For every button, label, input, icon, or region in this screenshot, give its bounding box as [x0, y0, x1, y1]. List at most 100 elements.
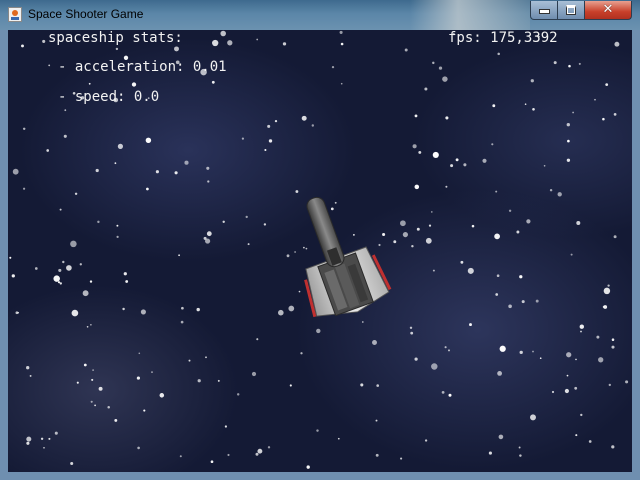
star [257, 448, 263, 454]
star [251, 371, 257, 377]
star [432, 151, 439, 158]
star [444, 346, 447, 349]
star [518, 446, 521, 449]
star [497, 52, 500, 56]
star [471, 224, 475, 228]
hud-fps-counter: fps: 175,3392 [448, 30, 558, 46]
star [23, 187, 26, 190]
star [530, 79, 534, 83]
star [114, 418, 118, 422]
star [174, 46, 179, 52]
java-app-icon[interactable] [8, 7, 22, 22]
star [9, 256, 12, 259]
star [48, 437, 51, 440]
star [140, 309, 146, 315]
star [409, 326, 413, 329]
hud-acceleration: - acceleration: 0.01 [58, 59, 227, 75]
star [11, 274, 15, 278]
star [566, 158, 571, 162]
star [424, 439, 428, 442]
star [62, 260, 65, 264]
star [339, 30, 343, 34]
star [26, 366, 30, 370]
star [450, 164, 454, 168]
star [146, 187, 149, 191]
star [206, 166, 210, 170]
maximize-icon [566, 5, 576, 15]
star [578, 62, 581, 65]
title-bar[interactable]: Space Shooter Game ✕ [0, 0, 640, 30]
star [174, 171, 178, 175]
star [532, 350, 534, 353]
star [530, 414, 536, 421]
maximize-button[interactable] [557, 1, 585, 20]
star [519, 350, 523, 355]
star [376, 384, 380, 387]
star [603, 305, 608, 309]
star [89, 280, 93, 283]
star [42, 39, 46, 43]
star [331, 65, 335, 69]
star [613, 113, 617, 116]
close-button[interactable]: ✕ [584, 1, 632, 20]
minimize-button[interactable] [530, 1, 558, 20]
star [83, 363, 87, 367]
star [445, 116, 449, 120]
star [236, 393, 240, 396]
star [264, 148, 267, 152]
star [311, 124, 315, 127]
star [107, 405, 110, 409]
star [123, 272, 127, 276]
star [316, 328, 321, 334]
minimize-icon [538, 9, 550, 14]
star [438, 66, 443, 70]
star [224, 425, 228, 428]
star [114, 162, 117, 165]
star [217, 379, 220, 382]
star [516, 230, 520, 234]
star [360, 383, 364, 387]
star [282, 42, 287, 46]
star [594, 98, 596, 101]
star [404, 48, 408, 52]
star [206, 231, 212, 237]
star [539, 357, 542, 360]
star [301, 115, 307, 121]
star [255, 452, 259, 456]
star [256, 338, 259, 341]
desktop-background-peek [410, 0, 530, 30]
star [568, 64, 571, 68]
star [414, 114, 418, 118]
star [598, 357, 604, 363]
star [588, 440, 592, 443]
star [602, 117, 605, 121]
spaceship [304, 196, 392, 318]
star [125, 280, 129, 283]
star [267, 446, 271, 449]
star [575, 434, 578, 437]
star [70, 461, 74, 466]
star [63, 134, 67, 138]
star [26, 436, 32, 442]
star [95, 168, 99, 173]
star [521, 300, 525, 304]
star [579, 324, 584, 329]
game-viewport[interactable]: spaceship stats: - acceleration: 0.01 - … [8, 30, 632, 472]
star [566, 374, 569, 377]
star [82, 290, 89, 297]
star [576, 221, 581, 225]
star [566, 352, 572, 358]
star [34, 267, 38, 270]
star [220, 30, 226, 37]
star [372, 340, 377, 345]
star [567, 139, 570, 143]
star [205, 356, 207, 359]
star [495, 190, 498, 193]
star [86, 325, 89, 328]
star [524, 103, 527, 106]
star [21, 44, 24, 48]
star [57, 281, 61, 284]
star [184, 160, 189, 165]
star [197, 379, 201, 383]
star [625, 380, 629, 384]
